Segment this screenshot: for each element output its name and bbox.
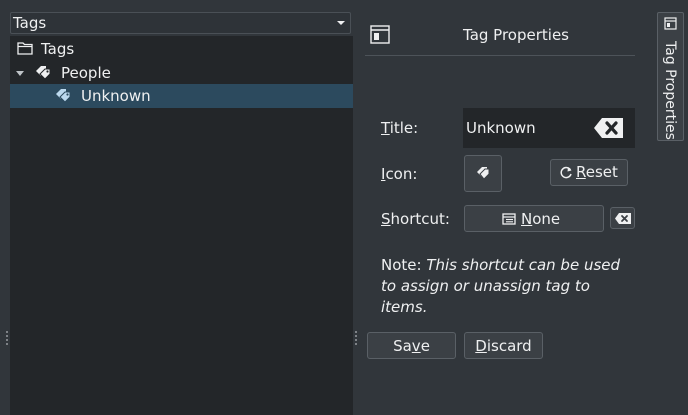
tag-tree[interactable]: Tags People Unknown (10, 36, 353, 415)
tag-icon (36, 66, 51, 80)
icon-label: Icon: (381, 165, 418, 183)
reset-icon (560, 166, 572, 179)
shortcut-label: Shortcut: (381, 210, 450, 228)
chevron-down-icon (337, 21, 345, 25)
tree-item-label: People (61, 64, 111, 82)
tree-item-people[interactable]: People (10, 61, 353, 85)
center-splitter-handle[interactable] (355, 331, 357, 345)
reset-button[interactable]: Reset (550, 159, 628, 186)
tree-item-label: Tags (41, 40, 75, 58)
tag-properties-dock-tab[interactable]: Tag Properties (657, 12, 684, 141)
note-prefix: Note: (381, 256, 422, 274)
title-label: Title: (381, 119, 419, 137)
tree-item-tags[interactable]: Tags (10, 37, 353, 61)
tree-item-label: Unknown (81, 87, 151, 105)
shortcut-value: None (521, 210, 561, 228)
clear-shortcut-button[interactable] (610, 207, 635, 229)
properties-panel-icon (664, 17, 677, 30)
shortcut-button[interactable]: None (464, 205, 604, 232)
shortcut-icon (502, 213, 516, 225)
folder-icon (17, 42, 33, 55)
tree-item-unknown[interactable]: Unknown (10, 84, 353, 108)
tag-icon (56, 89, 71, 103)
title-input[interactable] (466, 119, 586, 137)
panel-title: Tag Properties (463, 26, 569, 44)
title-field[interactable] (463, 108, 635, 148)
tag-icon (477, 167, 490, 180)
reset-button-label: Reset (576, 163, 618, 181)
left-splitter-handle[interactable] (6, 331, 8, 345)
shortcut-note: Note: This shortcut can be used to assig… (381, 255, 631, 318)
properties-panel-icon (370, 25, 390, 44)
discard-button[interactable]: Discard (464, 332, 543, 359)
tags-combo-box[interactable]: Tags (10, 12, 351, 34)
tags-combo-label: Tags (13, 14, 47, 32)
clear-text-icon (615, 213, 631, 224)
header-divider (365, 55, 635, 56)
dock-tab-label: Tag Properties (662, 41, 678, 140)
expand-arrow-icon[interactable] (16, 71, 24, 76)
icon-picker-button[interactable] (464, 155, 502, 192)
clear-text-icon[interactable] (592, 115, 626, 141)
save-button[interactable]: Save (367, 332, 456, 359)
